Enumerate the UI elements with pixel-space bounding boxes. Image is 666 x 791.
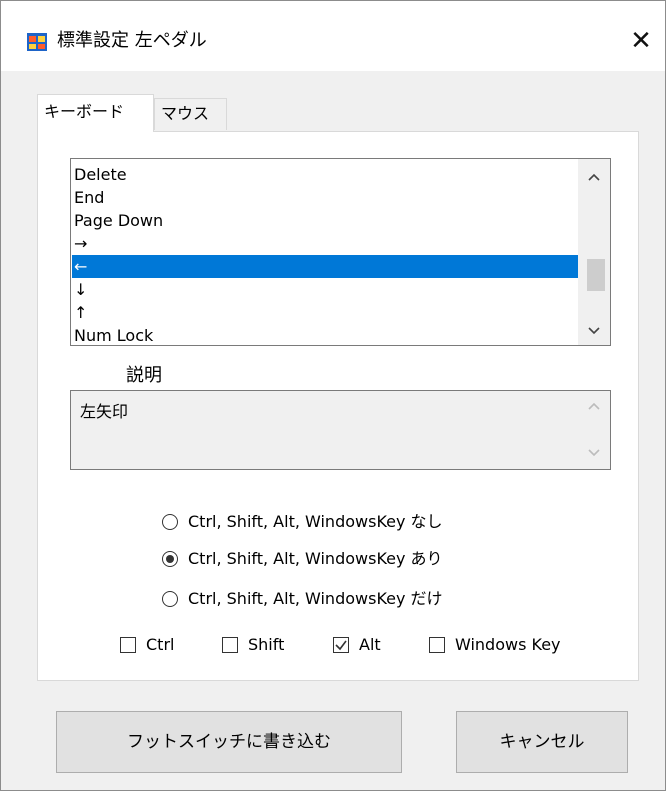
radio-label: Ctrl, Shift, Alt, WindowsKey だけ [188, 589, 443, 608]
chevron-up-icon [578, 399, 610, 414]
checkmark-icon [335, 640, 347, 651]
description-scrollbar [578, 391, 610, 469]
description-label: 説明 [126, 365, 162, 386]
app-window-icon [27, 33, 47, 51]
checkbox[interactable] [120, 637, 136, 653]
key-list-items: Delete End Page Down → ← ↓ ↑ Num Lock [72, 163, 578, 345]
radio-modifiers-with[interactable]: Ctrl, Shift, Alt, WindowsKey あり [162, 546, 443, 572]
title-bar[interactable]: 標準設定 左ペダル ✕ [1, 1, 665, 71]
settings-window: 標準設定 左ペダル ✕ キーボード マウス Delete End Page Do… [0, 0, 666, 791]
checkbox-alt[interactable]: Alt [333, 632, 381, 658]
description-text: 左矢印 [80, 402, 129, 421]
checkbox-windows-key[interactable]: Windows Key [429, 632, 561, 658]
tab-keyboard[interactable]: キーボード [37, 94, 154, 132]
radio-button[interactable] [162, 591, 178, 607]
chevron-down-icon[interactable] [578, 317, 610, 345]
description-box: 左矢印 [70, 390, 611, 470]
checkbox-label: Windows Key [455, 635, 561, 654]
checkbox[interactable] [429, 637, 445, 653]
radio-modifiers-none[interactable]: Ctrl, Shift, Alt, WindowsKey なし [162, 509, 443, 535]
key-listbox[interactable]: Delete End Page Down → ← ↓ ↑ Num Lock [70, 158, 611, 346]
scroll-thumb[interactable] [587, 259, 605, 291]
list-item-selected[interactable]: ← [72, 255, 578, 278]
cancel-button[interactable]: キャンセル [456, 711, 628, 773]
checkbox-label: Shift [248, 635, 285, 654]
list-item[interactable]: Delete [72, 163, 578, 186]
window-title: 標準設定 左ペダル [57, 30, 207, 51]
list-item[interactable]: → [72, 232, 578, 255]
radio-modifiers-only[interactable]: Ctrl, Shift, Alt, WindowsKey だけ [162, 586, 443, 612]
radio-label: Ctrl, Shift, Alt, WindowsKey あり [188, 549, 443, 568]
checkbox[interactable] [222, 637, 238, 653]
chevron-down-icon [578, 446, 610, 461]
list-item[interactable]: ↓ [72, 278, 578, 301]
close-icon[interactable]: ✕ [621, 23, 661, 59]
checkbox-label: Alt [359, 635, 381, 654]
list-item[interactable]: End [72, 186, 578, 209]
radio-button[interactable] [162, 514, 178, 530]
list-item[interactable]: Num Lock [72, 324, 578, 345]
checkbox-label: Ctrl [146, 635, 175, 654]
radio-label: Ctrl, Shift, Alt, WindowsKey なし [188, 512, 443, 531]
tab-mouse[interactable]: マウス [154, 98, 227, 130]
write-to-footswitch-button[interactable]: フットスイッチに書き込む [56, 711, 402, 773]
chevron-up-icon[interactable] [578, 163, 610, 191]
list-item[interactable]: Page Down [72, 209, 578, 232]
list-item[interactable]: ↑ [72, 301, 578, 324]
checkbox-ctrl[interactable]: Ctrl [120, 632, 174, 658]
checkbox-shift[interactable]: Shift [222, 632, 284, 658]
list-scrollbar[interactable] [578, 159, 610, 345]
radio-button-checked[interactable] [162, 551, 178, 567]
checkbox-checked[interactable] [333, 637, 349, 653]
